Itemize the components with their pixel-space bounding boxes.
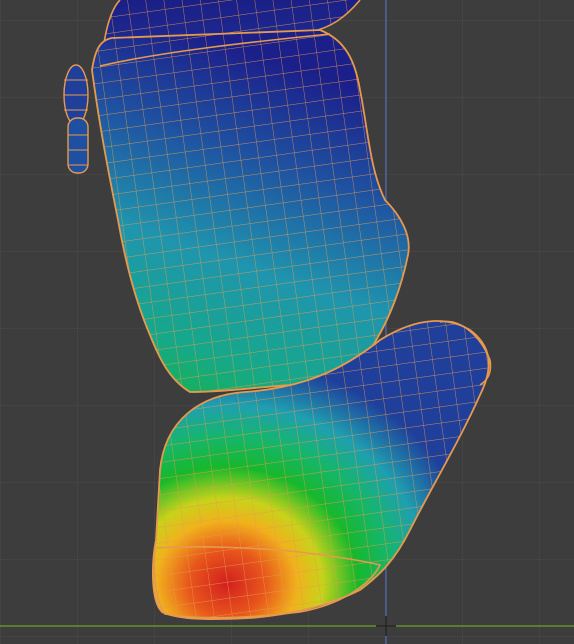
viewport-canvas[interactable] (0, 0, 574, 644)
3d-viewport[interactable] (0, 0, 574, 644)
